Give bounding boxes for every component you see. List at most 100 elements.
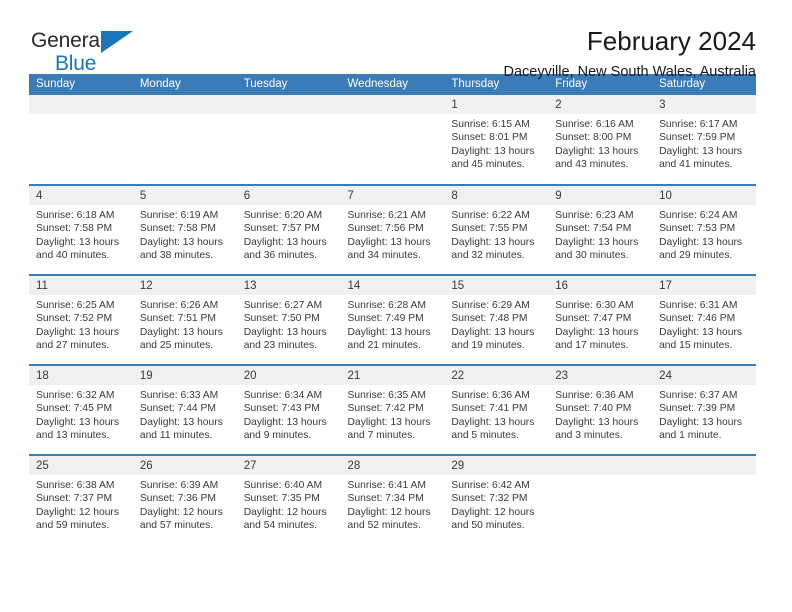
calendar-day-cell[interactable]: 8 Sunrise: 6:22 AM Sunset: 7:55 PM Daylight… [444,184,549,275]
calendar-day-cell[interactable]: 3 Sunrise: 6:17 AM Sunset: 7:59 PM Daylight… [652,95,756,185]
calendar-day-cell[interactable]: 2 Sunrise: 6:16 AM Sunset: 8:00 PM Daylight… [548,95,653,185]
sunset-time: Sunset: 7:51 PM [139,313,216,325]
daylight-duration-line1: Daylight: 13 hours [347,416,431,428]
calendar-day-cell[interactable]: 26 Sunrise: 6:39 AM Sunset: 7:36 PM Dayligh… [132,454,237,545]
calendar-day-cell[interactable]: 22 Sunrise: 6:36 AM Sunset: 7:41 PM Dayligh… [444,364,549,455]
daylight-duration-line1: Daylight: 13 hours [139,326,223,338]
sunset-time: Sunset: 8:00 PM [555,132,632,144]
day-number: 1 [444,95,549,114]
day-number [652,456,756,475]
calendar-day-cell[interactable]: 23 Sunrise: 6:36 AM Sunset: 7:40 PM Dayligh… [548,364,653,455]
sunset-time: Sunset: 7:46 PM [659,313,736,325]
sunrise-time: Sunrise: 6:42 AM [451,480,530,491]
sunrise-time: Sunrise: 6:32 AM [36,390,115,401]
sunset-time: Sunset: 7:36 PM [139,493,216,505]
calendar-day-cell[interactable]: 18 Sunrise: 6:32 AM Sunset: 7:45 PM Dayligh… [29,364,133,455]
calendar-day-cell[interactable]: 17 Sunrise: 6:31 AM Sunset: 7:46 PM Dayligh… [652,274,756,365]
daylight-duration-line1: Daylight: 13 hours [139,416,223,428]
calendar-day-cell[interactable]: 14 Sunrise: 6:28 AM Sunset: 7:49 PM Dayligh… [340,274,445,365]
sunset-time: Sunset: 7:43 PM [243,403,320,415]
calendar-day-cell[interactable]: 27 Sunrise: 6:40 AM Sunset: 7:35 PM Dayligh… [236,454,341,545]
page-header: General Blue February 2024 Daceyville, N… [29,0,756,80]
daylight-duration-line1: Daylight: 13 hours [555,326,639,338]
calendar-day-cell[interactable]: 21 Sunrise: 6:35 AM Sunset: 7:42 PM Dayligh… [340,364,445,455]
day-number: 22 [444,366,549,385]
sunrise-time: Sunrise: 6:37 AM [659,390,738,401]
calendar-day-cell[interactable]: 7 Sunrise: 6:21 AM Sunset: 7:56 PM Daylight… [340,184,445,275]
sunset-time: Sunset: 7:44 PM [139,403,216,415]
daylight-duration-line1: Daylight: 13 hours [347,236,431,248]
general-blue-logo[interactable]: General Blue [31,30,151,76]
calendar-day-cell[interactable]: 29 Sunrise: 6:42 AM Sunset: 7:32 PM Dayligh… [444,454,549,545]
day-number: 7 [340,186,445,205]
day-number: 25 [29,456,133,475]
daylight-duration-line2: and 43 minutes. [555,159,629,171]
calendar-day-cell[interactable]: 12 Sunrise: 6:26 AM Sunset: 7:51 PM Dayligh… [132,274,237,365]
day-details: Sunrise: 6:29 AM Sunset: 7:48 PM Daylight:… [444,295,548,353]
daylight-duration-line2: and 40 minutes. [36,250,110,262]
sunrise-time: Sunrise: 6:20 AM [243,210,323,221]
day-cell-inner: 24 Sunrise: 6:37 AM Sunset: 7:39 PM Dayligh… [652,366,756,454]
calendar-day-cell[interactable]: 20 Sunrise: 6:34 AM Sunset: 7:43 PM Dayligh… [236,364,341,455]
daylight-duration-line2: and 23 minutes. [243,340,317,352]
day-cell-inner: 18 Sunrise: 6:32 AM Sunset: 7:45 PM Dayligh… [29,366,133,454]
calendar-page: General Blue February 2024 Daceyville, N… [0,0,792,612]
calendar-day-cell[interactable]: 15 Sunrise: 6:29 AM Sunset: 7:48 PM Dayligh… [444,274,549,365]
day-number: 15 [444,276,549,295]
calendar-day-cell[interactable]: 16 Sunrise: 6:30 AM Sunset: 7:47 PM Dayligh… [548,274,653,365]
day-number [340,95,445,114]
day-number: 6 [236,186,341,205]
daylight-duration-line2: and 54 minutes. [243,520,317,532]
calendar-week-row: 18 Sunrise: 6:32 AM Sunset: 7:45 PM Dayligh… [29,364,756,455]
daylight-duration-line2: and 41 minutes. [659,159,733,171]
daylight-duration-line1: Daylight: 13 hours [36,416,119,428]
daylight-duration-line2: and 29 minutes. [659,250,733,262]
day-cell-inner: 8 Sunrise: 6:22 AM Sunset: 7:55 PM Daylight… [444,186,549,274]
daylight-duration-line2: and 11 minutes. [139,430,213,442]
day-number: 9 [548,186,653,205]
calendar-day-cell[interactable]: 6 Sunrise: 6:20 AM Sunset: 7:57 PM Daylight… [236,184,341,275]
day-cell-inner: 28 Sunrise: 6:41 AM Sunset: 7:34 PM Dayligh… [340,456,445,544]
calendar-day-cell[interactable]: 5 Sunrise: 6:19 AM Sunset: 7:58 PM Daylight… [132,184,237,275]
day-number: 17 [652,276,756,295]
calendar-day-cell[interactable]: 24 Sunrise: 6:37 AM Sunset: 7:39 PM Dayligh… [652,364,756,455]
calendar-day-cell[interactable]: 28 Sunrise: 6:41 AM Sunset: 7:34 PM Dayligh… [340,454,445,545]
flag-triangle-icon [101,31,133,53]
day-number [548,456,653,475]
sunrise-time: Sunrise: 6:24 AM [659,210,738,221]
calendar-day-cell[interactable]: 25 Sunrise: 6:38 AM Sunset: 7:37 PM Dayligh… [29,454,133,545]
calendar-body: 1 Sunrise: 6:15 AM Sunset: 8:01 PM Daylight… [29,95,756,545]
day-number: 18 [29,366,133,385]
day-number: 12 [132,276,237,295]
day-cell-inner: 5 Sunrise: 6:19 AM Sunset: 7:58 PM Daylight… [132,186,237,274]
calendar-day-cell[interactable]: 19 Sunrise: 6:33 AM Sunset: 7:44 PM Dayligh… [132,364,237,455]
calendar-empty-cell [548,454,653,545]
daylight-duration-line2: and 30 minutes. [555,250,629,262]
day-number: 27 [236,456,341,475]
day-number: 10 [652,186,756,205]
daylight-duration-line1: Daylight: 13 hours [243,326,327,338]
day-details: Sunrise: 6:39 AM Sunset: 7:36 PM Daylight:… [133,475,237,533]
daylight-duration-line1: Daylight: 13 hours [659,326,743,338]
calendar-day-cell[interactable]: 10 Sunrise: 6:24 AM Sunset: 7:53 PM Dayligh… [652,184,756,275]
day-number: 4 [29,186,133,205]
calendar-day-cell[interactable]: 4 Sunrise: 6:18 AM Sunset: 7:58 PM Daylight… [29,184,133,275]
day-number: 13 [236,276,341,295]
calendar-day-cell[interactable]: 1 Sunrise: 6:15 AM Sunset: 8:01 PM Daylight… [444,95,549,185]
day-cell-inner [236,95,341,183]
daylight-duration-line2: and 1 minute. [659,430,722,442]
calendar-empty-cell [132,95,237,185]
sunset-time: Sunset: 7:56 PM [347,223,424,235]
daylight-duration-line2: and 13 minutes. [36,430,110,442]
calendar-day-cell[interactable]: 9 Sunrise: 6:23 AM Sunset: 7:54 PM Daylight… [548,184,653,275]
calendar-day-cell[interactable]: 11 Sunrise: 6:25 AM Sunset: 7:52 PM Dayligh… [29,274,133,365]
sunset-time: Sunset: 7:52 PM [36,313,113,325]
sunset-time: Sunset: 7:48 PM [451,313,528,325]
sunset-time: Sunset: 7:42 PM [347,403,424,415]
sunset-time: Sunset: 7:41 PM [451,403,528,415]
calendar-day-cell[interactable]: 13 Sunrise: 6:27 AM Sunset: 7:50 PM Dayligh… [236,274,341,365]
daylight-duration-line2: and 38 minutes. [139,250,214,262]
day-details: Sunrise: 6:22 AM Sunset: 7:55 PM Daylight:… [444,205,548,263]
logo-text-blue: Blue [55,52,97,75]
sunrise-sunset-calendar: Sunday Monday Tuesday Wednesday Thursday… [29,74,756,545]
